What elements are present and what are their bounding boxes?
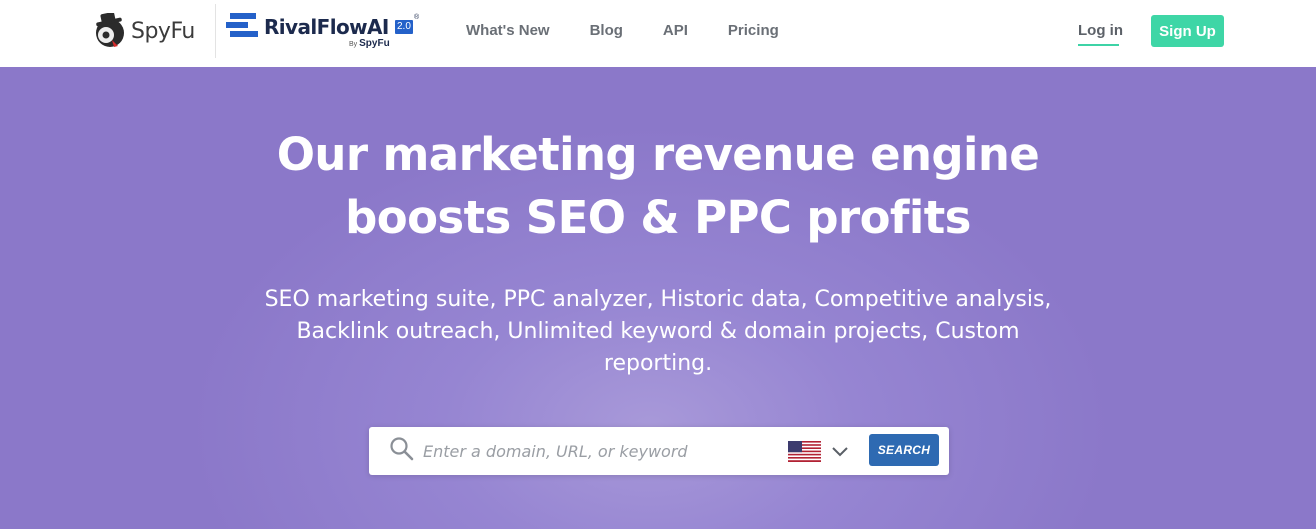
search-button[interactable]: SEARCH <box>869 434 939 466</box>
byline-prefix: By <box>349 41 358 48</box>
login-link[interactable]: Log in <box>1078 22 1123 39</box>
logo-divider <box>215 4 216 58</box>
top-nav-bar: SpyFu RivalFlowAI 2.0 ® By SpyFu What's … <box>0 0 1316 67</box>
rivalflow-logo-text: RivalFlowAI <box>264 15 389 39</box>
spy-hat-icon <box>96 13 124 47</box>
nav-api[interactable]: API <box>663 22 688 39</box>
hero-subtext: SEO marketing suite, PPC analyzer, Histo… <box>264 287 1052 376</box>
spyfu-logo-text: SpyFu <box>131 18 195 44</box>
us-flag-icon[interactable] <box>788 441 821 462</box>
search-input[interactable] <box>423 437 773 465</box>
headline-line-1: Our marketing revenue engine <box>276 128 1040 181</box>
main-nav: What's New Blog API Pricing <box>466 22 819 39</box>
nav-whats-new[interactable]: What's New <box>466 22 550 39</box>
rivalflow-version-badge: 2.0 <box>395 20 413 34</box>
hero-section: Our marketing revenue engine boosts SEO … <box>0 67 1316 529</box>
chevron-down-icon[interactable] <box>831 443 849 459</box>
byline-brand: SpyFu <box>359 38 390 49</box>
registered-mark: ® <box>414 14 420 21</box>
headline-line-2: boosts SEO & PPC profits <box>345 191 971 244</box>
signup-button[interactable]: Sign Up <box>1151 15 1224 47</box>
nav-blog[interactable]: Blog <box>590 22 623 39</box>
rivalflow-byline: By SpyFu <box>349 38 390 49</box>
hero-headline: Our marketing revenue engine boosts SEO … <box>200 123 1116 249</box>
nav-pricing[interactable]: Pricing <box>728 22 779 39</box>
search-icon <box>390 437 414 461</box>
search-bar: SEARCH <box>369 427 949 475</box>
spyfu-logo[interactable]: SpyFu <box>92 13 195 49</box>
rivalflow-mark-icon <box>226 13 258 37</box>
login-underline <box>1078 44 1119 46</box>
